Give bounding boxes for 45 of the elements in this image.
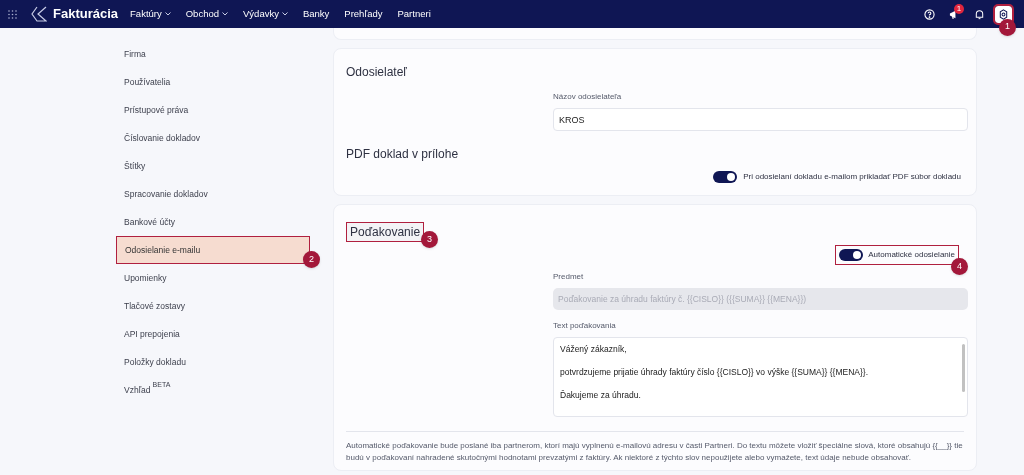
settings-button[interactable] — [995, 5, 1012, 23]
sidebar-item[interactable]: Odosielanie e-mailu — [116, 236, 310, 264]
toggle-label: Automatické odosielanie — [868, 249, 955, 261]
info-paragraph: Automatické poďakovanie bude poslané iba partnerom, ktorí majú vyplnenú e-mailovú adresu v časti Partneri. Do textu môžete vložiť špeciálne slová, ktoré obsahujú {{__}} tie budú v poďakovaní nahradené skutočnými hodnotami prevzatými z faktúry. Ak niektoré z týchto slov nepoužijete alebo vymažete, text údaje nebude obsahovať. — [346, 440, 964, 464]
callout-badge: 4 — [951, 258, 968, 275]
nav-menu-item[interactable]: Prehľady — [344, 6, 383, 22]
brand-name[interactable]: Fakturácia — [53, 4, 119, 24]
nav-menu-item[interactable]: Obchod — [185, 6, 228, 22]
bell-icon[interactable] — [974, 8, 985, 20]
notification-badge: 1 — [954, 3, 964, 14]
nav-menu-item[interactable]: Partneri — [397, 6, 431, 22]
sidebar-item[interactable]: Číslovanie dokladov — [116, 124, 310, 152]
sidebar-item[interactable]: Spracovanie dokladov — [116, 180, 310, 208]
sidebar-item[interactable]: API prepojenia — [116, 320, 310, 348]
gear-icon — [998, 8, 1009, 20]
nav-menu-item[interactable]: Výdavky — [243, 6, 288, 22]
sidebar-item[interactable]: Štítky — [116, 152, 310, 180]
nav-menu-item[interactable]: Banky — [302, 6, 330, 22]
message-text-area[interactable]: Vážený zákazník, potvrdzujeme prijatie úhrady faktúry číslo {{CISLO}} vo výške {{SUMA}} {{MENA}}. Ďakujeme za úhradu. — [553, 337, 968, 417]
sidebar-item[interactable]: Bankové účty — [116, 208, 310, 236]
nav-menu-item[interactable]: Faktúry — [130, 6, 171, 22]
sidebar-item[interactable]: Používatelia — [116, 68, 310, 96]
logo-icon — [31, 6, 47, 22]
toggle-switch[interactable] — [839, 249, 864, 261]
scrollbar-thumb[interactable] — [962, 344, 965, 392]
caret-icon[interactable] — [281, 12, 288, 16]
sidebar-item[interactable]: Firma — [116, 40, 310, 68]
sidebar-item[interactable]: Prístupové práva — [116, 96, 310, 124]
toggle-switch[interactable] — [713, 171, 738, 183]
sender-name-field[interactable]: KROS — [553, 108, 968, 131]
section-title: PDF doklad v prílohe — [346, 146, 460, 163]
sidebar-item[interactable]: Položky dokladu — [116, 348, 310, 376]
field-label: Predmet — [553, 271, 585, 283]
section-title: Poďakovanie — [346, 222, 425, 242]
caret-icon[interactable] — [222, 12, 228, 16]
help-icon[interactable] — [924, 8, 935, 20]
caret-icon[interactable] — [164, 12, 171, 16]
section-title: Odosielateľ — [346, 64, 408, 81]
toggle-label: Pri odosielaní dokladu e-mailom prikladať PDF súbor dokladu — [743, 171, 961, 183]
apps-menu-icon[interactable] — [8, 9, 17, 19]
field-label: Názov odosielateľa — [553, 91, 623, 103]
field-label: Text poďakovania — [553, 320, 617, 332]
callout-badge: 2 — [303, 251, 320, 268]
sidebar-item[interactable]: Tlačové zostavy — [116, 292, 310, 320]
callout-badge: 3 — [421, 231, 439, 248]
